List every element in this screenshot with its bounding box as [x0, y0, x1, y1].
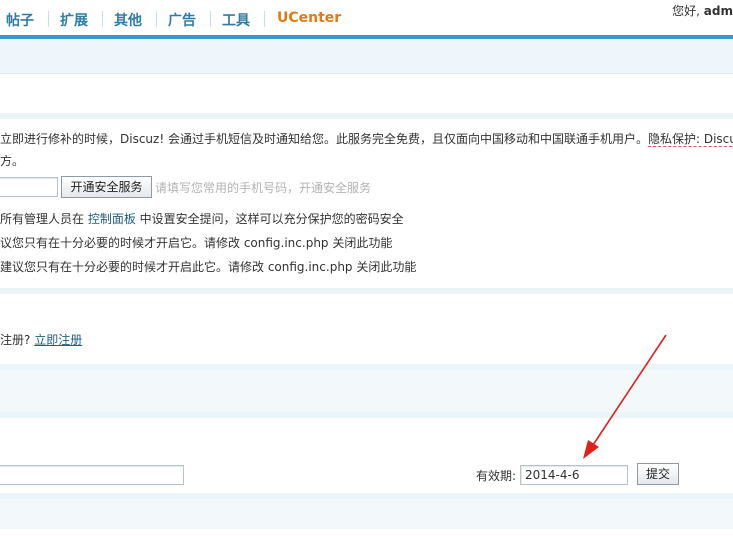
arrow-head [583, 440, 599, 459]
arrow-shaft [590, 334, 667, 449]
annotation-arrow [583, 334, 667, 459]
